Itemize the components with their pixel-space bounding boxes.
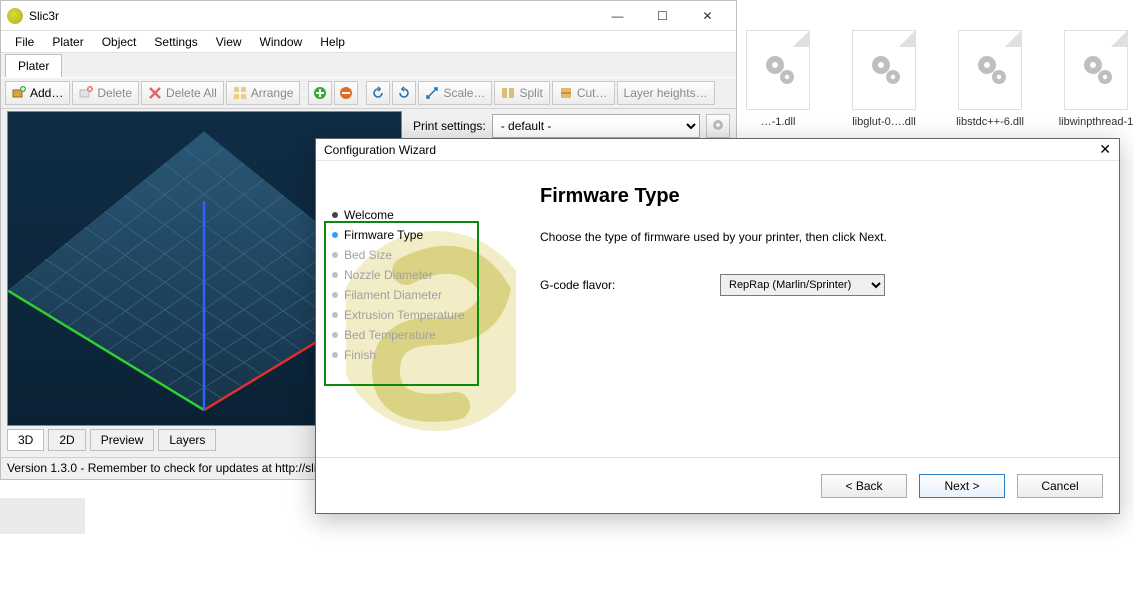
dialog-titlebar[interactable]: Configuration Wizard ✕: [316, 139, 1119, 161]
wizard-button-row: < Back Next > Cancel: [316, 457, 1119, 513]
file-item[interactable]: libstdc++-6.dll: [952, 30, 1028, 128]
plater-toolbar: Add… Delete Delete All Arrange Scale… Sp…: [1, 77, 736, 109]
print-settings-select[interactable]: - default -: [492, 114, 700, 138]
rotate-cw-button[interactable]: [392, 81, 416, 105]
step-welcome[interactable]: Welcome: [332, 205, 506, 225]
explorer-file-row: …-1.dll libglut-0….dll libstdc++-6.dll l…: [740, 30, 1134, 128]
add-button[interactable]: Add…: [5, 81, 70, 105]
wizard-description: Choose the type of firmware used by your…: [540, 230, 1089, 244]
step-filament-diameter[interactable]: Filament Diameter: [332, 285, 506, 305]
menu-plater[interactable]: Plater: [44, 33, 91, 51]
cut-icon: [559, 86, 573, 100]
step-firmware-type[interactable]: Firmware Type: [332, 225, 506, 245]
print-settings-edit-button[interactable]: [706, 114, 730, 138]
cut-button[interactable]: Cut…: [552, 81, 615, 105]
step-finish[interactable]: Finish: [332, 345, 506, 365]
file-name: libglut-0….dll: [846, 116, 922, 128]
view-tab-3d[interactable]: 3D: [7, 429, 44, 451]
file-name: libstdc++-6.dll: [952, 116, 1028, 128]
menu-view[interactable]: View: [208, 33, 250, 51]
menu-settings[interactable]: Settings: [146, 33, 205, 51]
configuration-wizard-dialog: Configuration Wizard ✕ Welcome Firmware …: [315, 138, 1120, 514]
gear-icon: [1079, 51, 1119, 94]
next-button[interactable]: Next >: [919, 474, 1005, 498]
scale-icon: [425, 86, 439, 100]
step-bed-temp[interactable]: Bed Temperature: [332, 325, 506, 345]
gear-icon: [761, 51, 801, 94]
main-tabs: Plater: [1, 53, 736, 77]
step-nozzle-diameter[interactable]: Nozzle Diameter: [332, 265, 506, 285]
rotate-ccw-button[interactable]: [366, 81, 390, 105]
brick-add-icon: [12, 86, 26, 100]
step-bed-size[interactable]: Bed Size: [332, 245, 506, 265]
minus-icon: [339, 86, 353, 100]
dialog-close-button[interactable]: ✕: [1071, 141, 1111, 158]
scale-button[interactable]: Scale…: [418, 81, 492, 105]
split-icon: [501, 86, 515, 100]
menu-help[interactable]: Help: [312, 33, 353, 51]
file-item[interactable]: …-1.dll: [740, 30, 816, 128]
step-extrusion-temp[interactable]: Extrusion Temperature: [332, 305, 506, 325]
gear-icon: [711, 118, 725, 135]
file-item[interactable]: libglut-0….dll: [846, 30, 922, 128]
menu-window[interactable]: Window: [252, 33, 311, 51]
cancel-button[interactable]: Cancel: [1017, 474, 1103, 498]
view-tab-layers[interactable]: Layers: [158, 429, 216, 451]
tab-plater[interactable]: Plater: [5, 54, 62, 77]
app-icon: [7, 8, 23, 24]
gear-icon: [973, 51, 1013, 94]
remove-copy-button[interactable]: [334, 81, 358, 105]
gcode-flavor-select[interactable]: RepRap (Marlin/Sprinter): [720, 274, 885, 296]
window-title: Slic3r: [29, 9, 595, 23]
menu-file[interactable]: File: [7, 33, 42, 51]
gcode-flavor-label: G-code flavor:: [540, 278, 690, 292]
file-thumb: [852, 30, 916, 110]
dialog-title: Configuration Wizard: [324, 143, 1071, 157]
layer-heights-button[interactable]: Layer heights…: [617, 81, 715, 105]
file-thumb: [1064, 30, 1128, 110]
file-item[interactable]: libwinpthread-1: [1058, 30, 1134, 128]
print-settings-label: Print settings:: [413, 119, 486, 133]
file-thumb: [746, 30, 810, 110]
view-tab-preview[interactable]: Preview: [90, 429, 155, 451]
view-mode-tabs: 3D 2D Preview Layers: [7, 429, 216, 451]
cross-icon: [148, 86, 162, 100]
wizard-content: Firmware Type Choose the type of firmwar…: [516, 161, 1119, 457]
rotate-ccw-icon: [371, 86, 385, 100]
gear-icon: [867, 51, 907, 94]
add-copy-button[interactable]: [308, 81, 332, 105]
file-thumb: [958, 30, 1022, 110]
view-tab-2d[interactable]: 2D: [48, 429, 85, 451]
file-name: …-1.dll: [740, 116, 816, 128]
split-button[interactable]: Split: [494, 81, 549, 105]
rotate-cw-icon: [397, 86, 411, 100]
plus-icon: [313, 86, 327, 100]
wizard-heading: Firmware Type: [540, 185, 1089, 208]
minimize-button[interactable]: —: [595, 1, 640, 31]
titlebar[interactable]: Slic3r — ☐ ✕: [1, 1, 736, 31]
arrange-button[interactable]: Arrange: [226, 81, 301, 105]
file-name: libwinpthread-1: [1058, 116, 1134, 128]
menu-object[interactable]: Object: [94, 33, 145, 51]
back-button[interactable]: < Back: [821, 474, 907, 498]
brick-delete-icon: [79, 86, 93, 100]
wizard-steps-nav: Welcome Firmware Type Bed Size Nozzle Di…: [316, 161, 516, 457]
maximize-button[interactable]: ☐: [640, 1, 685, 31]
delete-all-button[interactable]: Delete All: [141, 81, 224, 105]
arrange-icon: [233, 86, 247, 100]
truncated-panel: [0, 498, 85, 534]
close-button[interactable]: ✕: [685, 1, 730, 31]
menu-bar: File Plater Object Settings View Window …: [1, 31, 736, 53]
delete-button[interactable]: Delete: [72, 81, 139, 105]
